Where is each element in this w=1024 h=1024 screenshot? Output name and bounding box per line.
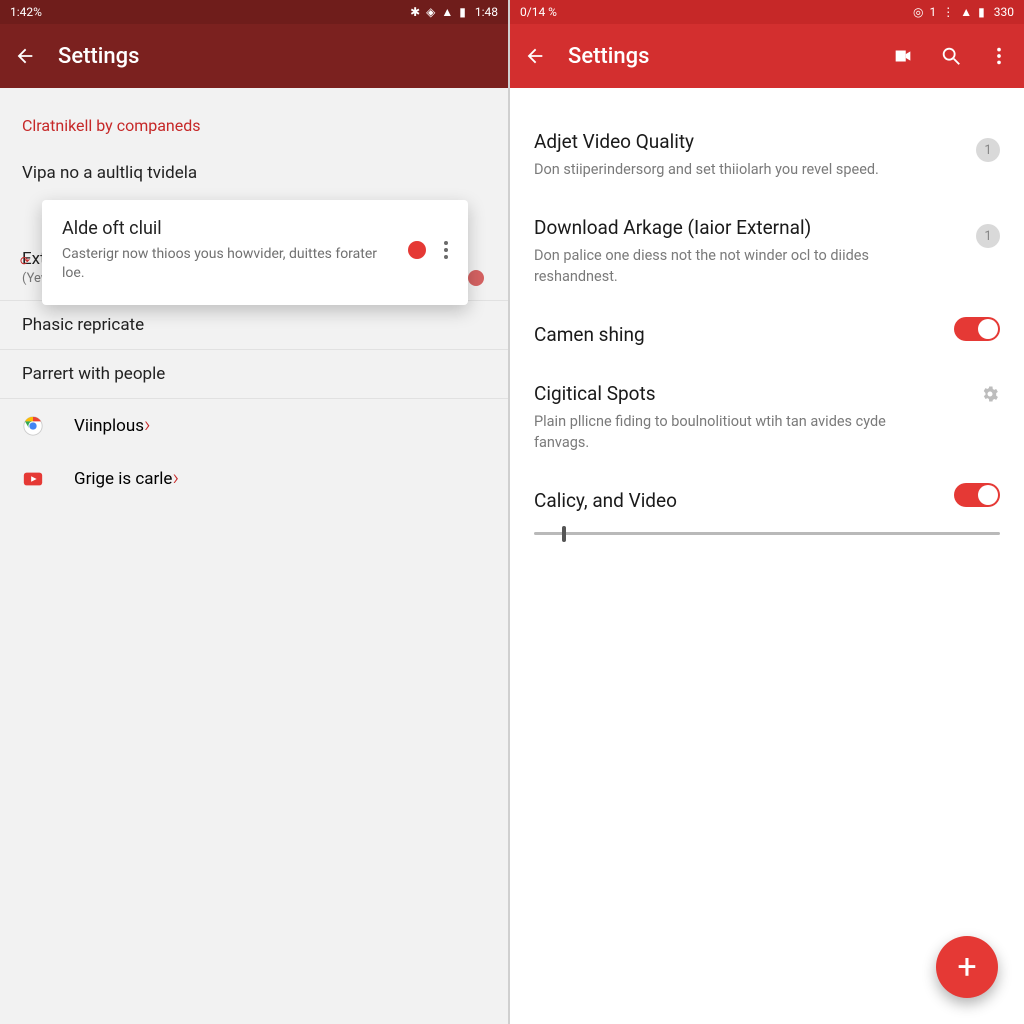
app-bar: Settings <box>0 24 508 88</box>
more-icon[interactable] <box>988 45 1010 67</box>
plus-icon: + <box>957 947 976 987</box>
small-icon: ⟳ <box>20 254 30 268</box>
item-desc: Don palice one diess not the not winder … <box>534 245 914 287</box>
more-menu-icon[interactable] <box>444 241 448 259</box>
status-icons: ✱◈▲▮ 1:48 <box>404 5 498 19</box>
slider[interactable] <box>534 532 1000 535</box>
gear-icon[interactable] <box>980 384 1000 408</box>
row-title: Phasic repricate <box>22 315 144 335</box>
caption-text: Vipa no a aultliq tvidela <box>22 163 197 183</box>
back-icon[interactable] <box>524 45 546 67</box>
count-badge: 1 <box>976 224 1000 248</box>
status-time: 0/14 % <box>520 5 557 19</box>
back-icon[interactable] <box>14 45 36 67</box>
setting-item-cigitical[interactable]: Cigitical Spots Plain pllicne fiding to … <box>534 366 1000 473</box>
item-title: Cigitical Spots <box>534 382 1000 405</box>
fab-add-button[interactable]: + <box>936 936 998 998</box>
toggle-switch[interactable] <box>954 483 1000 507</box>
status-time: 1:42% <box>10 5 42 19</box>
row-title: Parrert with people <box>22 364 165 384</box>
toggle-switch[interactable] <box>954 317 1000 341</box>
item-title: Adjet Video Quality <box>534 130 1000 153</box>
setting-item-download[interactable]: Download Arkage (Iaior External) Don pal… <box>534 200 1000 307</box>
youtube-icon <box>22 468 44 490</box>
link-label: Grige is carle <box>74 469 172 489</box>
app-bar: Settings <box>510 24 1024 88</box>
page-title: Settings <box>58 44 139 69</box>
right-phone: 0/14 % ◎1⋮▲▮ 330 Settings <box>510 0 1024 1024</box>
link-row-chrome[interactable]: Viinplous › <box>0 399 508 452</box>
item-title: Download Arkage (Iaior External) <box>534 216 1000 239</box>
chevron-right-icon: › <box>172 466 179 491</box>
search-icon[interactable] <box>940 45 962 67</box>
slider-thumb[interactable] <box>562 526 566 542</box>
setting-item-calicy[interactable]: Calicy, and Video <box>534 473 1000 555</box>
page-title: Settings <box>568 44 649 69</box>
item-desc: Plain pllicne fiding to boulnolitiout wt… <box>534 411 914 453</box>
setting-row-parrert[interactable]: Parrert with people <box>0 350 508 399</box>
status-icons: ◎1⋮▲▮ 330 <box>907 5 1014 19</box>
record-dot-icon[interactable] <box>408 241 426 259</box>
link-label: Viinplous <box>74 416 144 436</box>
status-bar: 1:42% ✱◈▲▮ 1:48 <box>0 0 508 24</box>
item-title: Calicy, and Video <box>534 489 1000 512</box>
video-icon[interactable] <box>892 45 914 67</box>
setting-row-phasic[interactable]: Phasic repricate <box>0 301 508 350</box>
settings-list: Adjet Video Quality Don stiiperindersorg… <box>510 88 1024 555</box>
popup-card[interactable]: Alde oft cluil Casterigr now thioos yous… <box>42 200 468 305</box>
chevron-right-icon: › <box>144 413 151 438</box>
count-badge: 1 <box>976 138 1000 162</box>
setting-item-camen[interactable]: Camen shing <box>534 307 1000 366</box>
link-row-youtube[interactable]: Grige is carle › <box>0 452 508 505</box>
chrome-icon <box>22 415 44 437</box>
setting-item-video-quality[interactable]: Adjet Video Quality Don stiiperindersorg… <box>534 114 1000 200</box>
item-title: Camen shing <box>534 323 1000 346</box>
card-body: Casterigr now thioos yous howvider, duit… <box>62 245 398 283</box>
left-phone: 1:42% ✱◈▲▮ 1:48 Settings Clratnikell by … <box>0 0 510 1024</box>
card-title: Alde oft cluil <box>62 218 398 239</box>
section-header: Clratnikell by companeds <box>0 106 508 149</box>
item-desc: Don stiiperindersorg and set thiiolarh y… <box>534 159 914 180</box>
status-bar: 0/14 % ◎1⋮▲▮ 330 <box>510 0 1024 24</box>
